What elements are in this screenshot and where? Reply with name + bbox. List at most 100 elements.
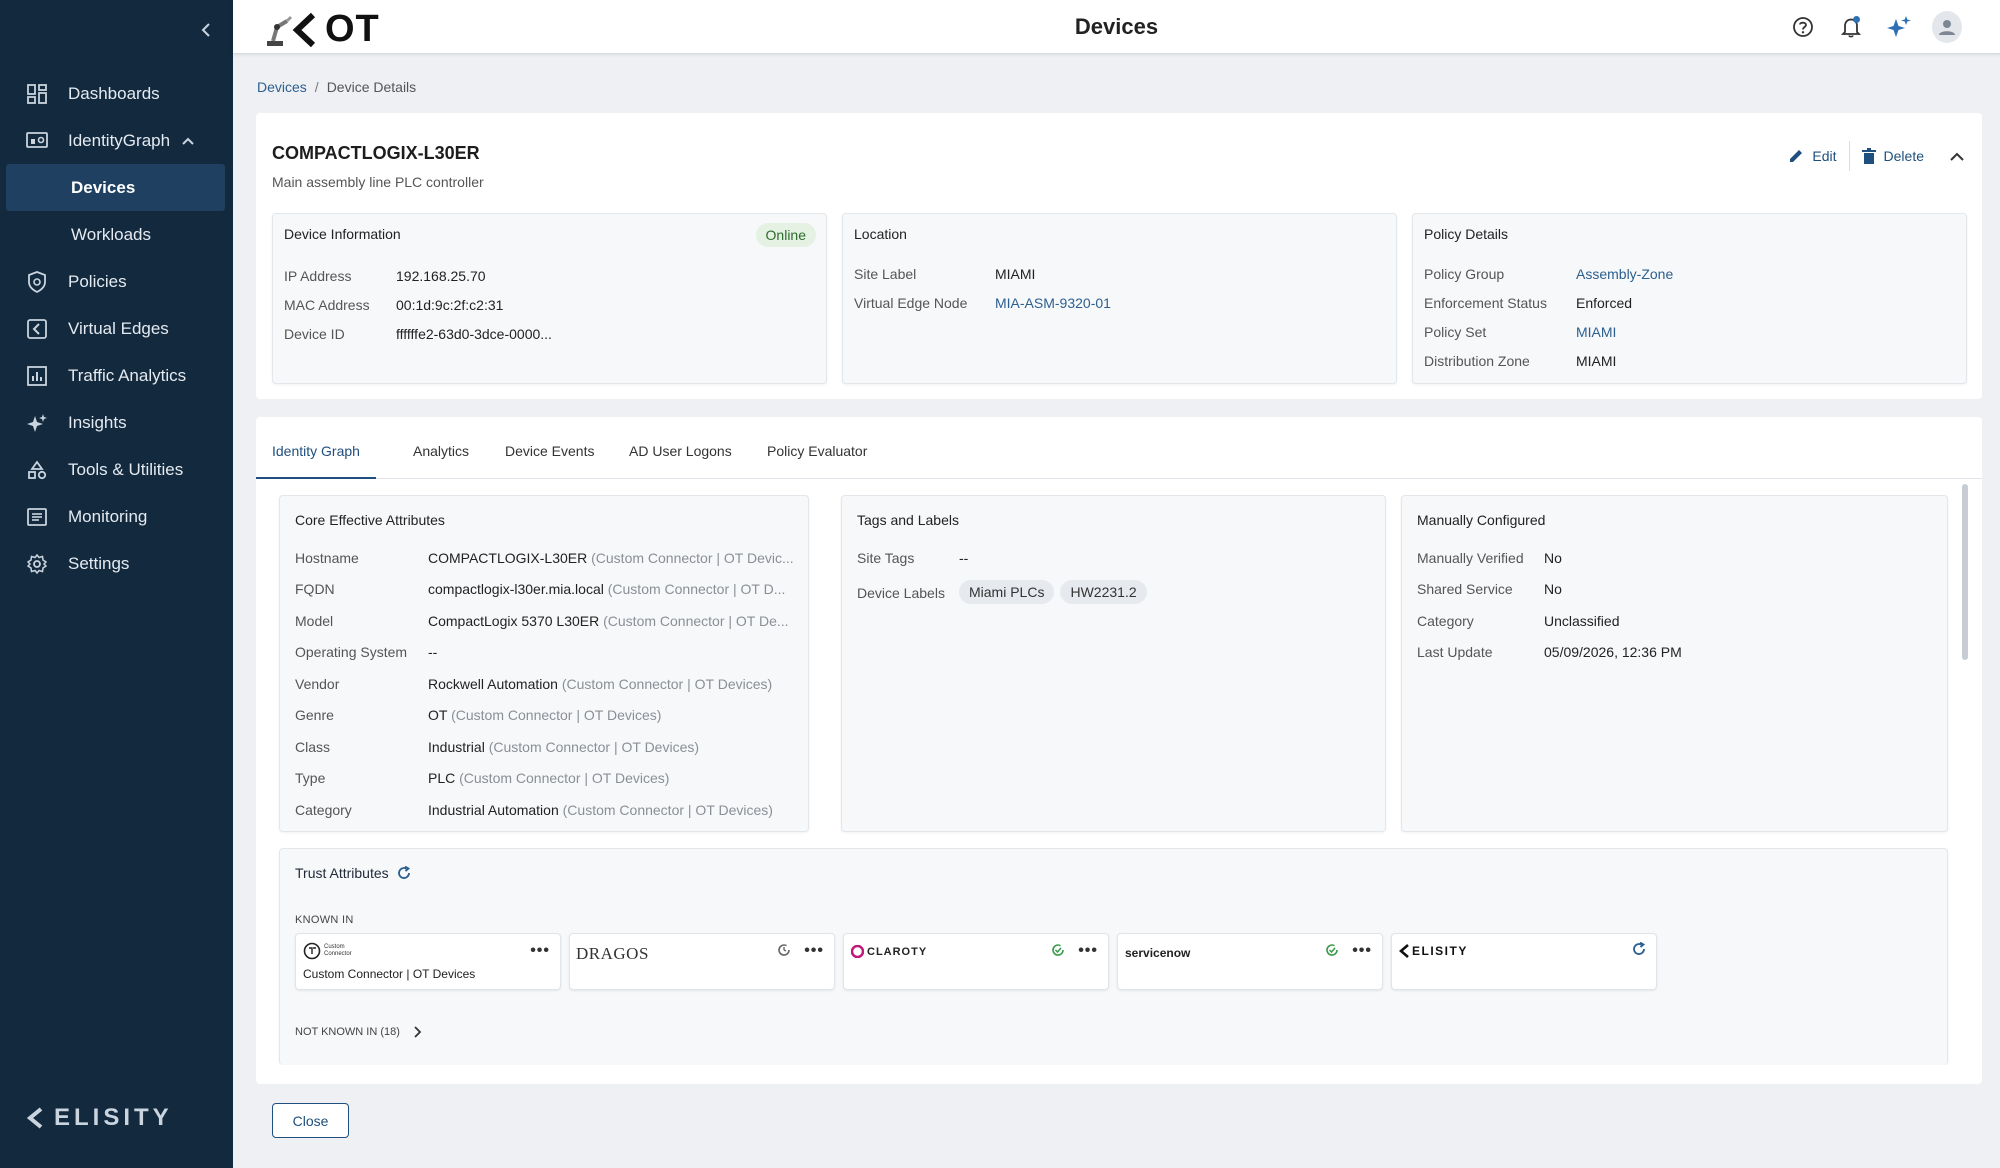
policy-row: Distribution Zone MIAMI xyxy=(1424,353,1616,369)
sidebar-item-settings[interactable]: Settings xyxy=(0,540,233,587)
sidebar-item-devices[interactable]: Devices xyxy=(6,164,225,211)
attribute-row: Hostname COMPACTLOGIX-L30ER (Custom Conne… xyxy=(295,550,794,566)
sidebar-collapse-button[interactable] xyxy=(196,18,216,42)
notifications-button[interactable] xyxy=(1836,12,1866,42)
policy-set-link[interactable]: MIAMI xyxy=(1576,324,1616,340)
top-icons xyxy=(1770,11,1962,43)
tab-ad-user-logons[interactable]: AD User Logons xyxy=(629,443,732,477)
connector-card-claroty[interactable]: CLAROTY ••• xyxy=(843,933,1109,990)
attribute-row: Class Industrial (Custom Connector | OT D… xyxy=(295,739,699,755)
policy-row: Policy Group Assembly-Zone xyxy=(1424,266,1673,282)
sync-status-icon[interactable] xyxy=(776,942,792,963)
connector-logo-text: CLAROTY xyxy=(867,945,928,958)
collapse-header-button[interactable] xyxy=(1950,152,1964,161)
sidebar-item-label: Dashboards xyxy=(68,83,160,103)
section-title: Core Effective Attributes xyxy=(295,512,445,528)
trash-icon xyxy=(1861,148,1876,164)
tab-analytics[interactable]: Analytics xyxy=(413,443,469,477)
more-options-icon[interactable]: ••• xyxy=(530,942,550,960)
section-title: Trust Attributes xyxy=(295,865,389,881)
info-key: Device ID xyxy=(284,326,345,342)
sidebar-item-label: Policies xyxy=(68,271,127,291)
sidebar-item-virtual-edges[interactable]: Virtual Edges xyxy=(0,305,233,352)
attr-key: Genre xyxy=(295,707,334,723)
policy-details-box: Policy Details Policy Group Assembly-Zone… xyxy=(1412,213,1967,384)
delete-label: Delete xyxy=(1883,148,1924,164)
close-button[interactable]: Close xyxy=(272,1103,349,1138)
edit-button[interactable]: Edit xyxy=(1776,141,1848,171)
section-title: Policy Details xyxy=(1424,226,1509,242)
chevron-right-icon xyxy=(414,1026,422,1038)
attribute-row: FQDN compactlogix-l30er.mia.local (Custom… xyxy=(295,581,785,597)
attribute-row: Type PLC (Custom Connector | OT Devices) xyxy=(295,770,669,786)
attribute-row: Genre OT (Custom Connector | OT Devices) xyxy=(295,707,661,723)
info-value: 00:1d:9c:2f:c2:31 xyxy=(396,297,504,313)
more-options-icon[interactable]: ••• xyxy=(1078,942,1098,960)
not-known-in-toggle[interactable]: NOT KNOWN IN (18) xyxy=(295,1026,422,1038)
sidebar-item-label: Insights xyxy=(68,412,127,432)
breadcrumb-devices-link[interactable]: Devices xyxy=(257,79,307,95)
sidebar-item-dashboards[interactable]: Dashboards xyxy=(0,70,233,117)
brand-logo: ELISITY xyxy=(26,1104,173,1132)
tab-device-events[interactable]: Device Events xyxy=(505,443,594,477)
notification-dot xyxy=(1853,16,1860,23)
device-labels-row: Device Labels Miami PLCs HW2231.2 xyxy=(857,580,1147,604)
attr-value: compactlogix-l30er.mia.local xyxy=(428,581,604,597)
attr-key: Hostname xyxy=(295,550,359,566)
tab-identity-graph[interactable]: Identity Graph xyxy=(256,443,376,479)
attr-source: (Custom Connector | OT Devices) xyxy=(488,739,700,755)
vertical-scrollbar[interactable] xyxy=(1962,484,1968,660)
manually-configured-panel: Manually Configured Manually Verified No … xyxy=(1401,495,1948,832)
info-row: MAC Address 00:1d:9c:2f:c2:31 xyxy=(284,297,503,313)
refresh-icon[interactable] xyxy=(1632,941,1646,961)
help-button[interactable] xyxy=(1788,12,1818,42)
sidebar-item-traffic-analytics[interactable]: Traffic Analytics xyxy=(0,352,233,399)
attr-value: No xyxy=(1544,550,1562,566)
trust-attributes-panel: Trust Attributes KNOWN IN Custom Connect… xyxy=(279,848,1948,1065)
virtual-edge-node-link[interactable]: MIA-ASM-9320-01 xyxy=(995,295,1111,311)
sync-status-icon[interactable] xyxy=(1050,942,1066,963)
info-key: MAC Address xyxy=(284,297,370,313)
sidebar-item-label: Monitoring xyxy=(68,506,148,526)
policy-group-link[interactable]: Assembly-Zone xyxy=(1576,266,1673,282)
refresh-icon[interactable] xyxy=(397,866,411,880)
sidebar-item-label: Virtual Edges xyxy=(68,318,169,338)
info-key: Virtual Edge Node xyxy=(854,295,968,311)
tab-policy-evaluator[interactable]: Policy Evaluator xyxy=(767,443,867,477)
sync-status-icon[interactable] xyxy=(1324,942,1340,963)
connector-card-servicenow[interactable]: servicenow ••• xyxy=(1117,933,1383,990)
info-key: Policy Group xyxy=(1424,266,1505,282)
sidebar-item-workloads[interactable]: Workloads xyxy=(0,211,233,258)
ai-assistant-button[interactable] xyxy=(1884,12,1914,42)
device-description: Main assembly line PLC controller xyxy=(272,174,484,190)
connector-card-elisity[interactable]: ELISITY xyxy=(1391,933,1657,990)
connector-card-custom[interactable]: Custom Connector ••• Custom Connector | … xyxy=(295,933,561,990)
custom-connector-icon xyxy=(303,942,321,960)
sidebar-item-insights[interactable]: Insights xyxy=(0,399,233,446)
connector-card-dragos[interactable]: DRAGOS ••• xyxy=(569,933,835,990)
attr-value: Unclassified xyxy=(1544,613,1620,629)
more-options-icon[interactable]: ••• xyxy=(804,942,824,960)
page-title: Devices xyxy=(1074,14,1159,39)
attribute-row: Category Industrial Automation (Custom Co… xyxy=(295,802,773,818)
help-icon xyxy=(1793,17,1813,37)
info-key: Site Label xyxy=(854,266,917,282)
servicenow-logo: servicenow xyxy=(1125,946,1191,960)
sidebar-item-monitoring[interactable]: Monitoring xyxy=(0,493,233,540)
attr-key: Type xyxy=(295,770,326,786)
attr-value: CompactLogix 5370 L30ER xyxy=(428,613,600,629)
delete-button[interactable]: Delete xyxy=(1850,141,1936,171)
site-tags-row: Site Tags -- xyxy=(857,550,968,566)
sidebar-item-tools-utilities[interactable]: Tools & Utilities xyxy=(0,446,233,493)
user-menu-button[interactable] xyxy=(1932,11,1962,43)
location-row: Virtual Edge Node MIA-ASM-9320-01 xyxy=(854,295,1111,311)
sidebar-item-label: IdentityGraph xyxy=(68,130,171,150)
sidebar-item-policies[interactable]: Policies xyxy=(0,258,233,305)
attr-value: -- xyxy=(959,550,969,566)
device-header-card: COMPACTLOGIX-L30ER Main assembly line PL… xyxy=(256,113,1982,399)
sidebar-item-label: Settings xyxy=(68,553,130,573)
sidebar-item-identitygraph[interactable]: IdentityGraph xyxy=(0,117,233,164)
known-in-label: KNOWN IN xyxy=(295,914,354,926)
attr-value: COMPACTLOGIX-L30ER xyxy=(428,550,588,566)
more-options-icon[interactable]: ••• xyxy=(1352,942,1372,960)
